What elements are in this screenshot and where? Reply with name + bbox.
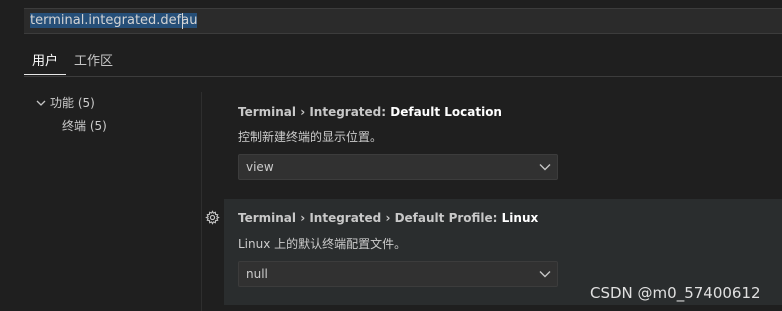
setting-category: Terminal › Integrated › Default Profile: (238, 211, 502, 225)
text-caret (182, 13, 183, 29)
settings-search-input[interactable]: terminal.integrated.defau (30, 13, 198, 28)
chevron-down-icon (539, 271, 551, 278)
setting-description: Linux 上的默认终端配置文件。 (238, 237, 407, 251)
watermark-text: CSDN @m0_57400612 (590, 284, 761, 302)
chevron-down-icon (36, 99, 50, 110)
setting-default-location: Terminal › Integrated: Default Location … (224, 94, 782, 194)
setting-title: Terminal › Integrated › Default Profile:… (238, 211, 538, 225)
chevron-down-icon (539, 164, 551, 171)
toc-divider (201, 92, 202, 311)
setting-description: 控制新建终端的显示位置。 (238, 130, 383, 144)
setting-title: Terminal › Integrated: Default Location (238, 105, 502, 119)
select-value: view (246, 160, 274, 174)
tab-user[interactable]: 用户 (32, 50, 58, 69)
select-value: null (246, 267, 268, 281)
active-tab-indicator (24, 74, 66, 75)
search-query-text: terminal.integrated.defau (30, 13, 198, 28)
setting-category: Terminal › Integrated: (238, 105, 391, 119)
tabs-divider (24, 76, 782, 77)
setting-key: Default Location (390, 105, 502, 119)
settings-search-bar[interactable]: terminal.integrated.defau (24, 8, 782, 34)
tab-workspace[interactable]: 工作区 (74, 50, 113, 69)
tree-item-features[interactable]: 功能 (5) (36, 94, 95, 111)
gear-icon[interactable] (205, 210, 220, 225)
default-location-select[interactable]: view (238, 154, 558, 180)
tree-item-label: 功能 (5) (50, 96, 95, 110)
default-profile-linux-select[interactable]: null (238, 261, 558, 287)
tree-item-terminal[interactable]: 终端 (5) (62, 117, 107, 134)
setting-key: Linux (501, 211, 539, 225)
settings-editor: terminal.integrated.defau 用户 工作区 功能 (5) … (0, 0, 782, 311)
